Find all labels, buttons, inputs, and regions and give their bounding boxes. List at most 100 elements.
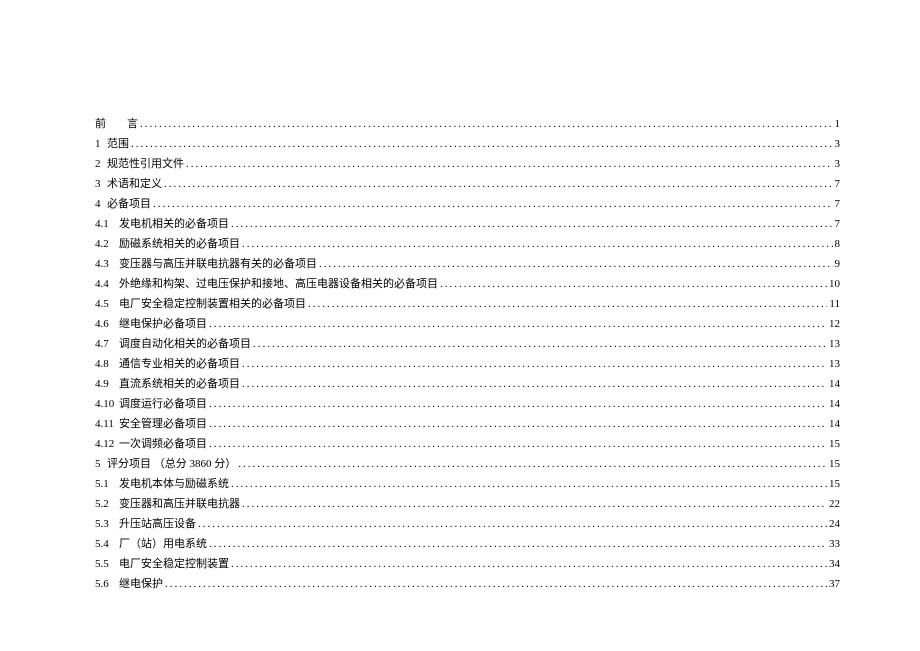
- toc-entry-page: 3: [833, 138, 841, 150]
- toc-entry-label: 升压站高压设备: [119, 515, 198, 531]
- toc-leader-dots: [308, 298, 827, 310]
- toc-entry-page: 14: [827, 418, 840, 430]
- toc-entry: 4.9直流系统相关的必备项目14: [95, 375, 840, 391]
- toc-entry-label: 电厂安全稳定控制装置相关的必备项目: [119, 295, 308, 311]
- toc-leader-dots: [209, 398, 827, 410]
- toc-entry-page: 12: [827, 318, 840, 330]
- toc-entry-number: 5: [95, 458, 107, 470]
- toc-entry-number: 2: [95, 158, 107, 170]
- toc-entry-number: 4.3: [95, 258, 119, 270]
- toc-entry: 3术语和定义 7: [95, 175, 840, 191]
- toc-entry-number: 3: [95, 178, 107, 190]
- toc-entry-label: 必备项目: [107, 195, 153, 211]
- toc-entry-number: 4.4: [95, 278, 119, 290]
- toc-entry-page: 15: [827, 458, 840, 470]
- toc-leader-dots: [253, 338, 827, 350]
- toc-entry-label: 厂（站）用电系统: [119, 535, 209, 551]
- toc-entry: 4.2励磁系统相关的必备项目8: [95, 235, 840, 251]
- toc-entry-label: 术语和定义: [107, 175, 164, 191]
- toc-entry-page: 15: [827, 478, 840, 490]
- toc-entry-number: 4.5: [95, 298, 119, 310]
- toc-entry-number: 4.10: [95, 398, 119, 410]
- toc-entry-label: 通信专业相关的必备项目: [119, 355, 242, 371]
- toc-entry: 4.1发电机相关的必备项目7: [95, 215, 840, 231]
- toc-entry: 4 必备项目7: [95, 195, 840, 211]
- toc-entry-number: 4.1: [95, 218, 119, 230]
- toc-entry-page: 13: [827, 338, 840, 350]
- toc-entry-number: 5.5: [95, 558, 119, 570]
- toc-leader-dots: [238, 458, 827, 470]
- toc-entry-label: 发电机相关的必备项目: [119, 215, 231, 231]
- toc-entry-label: 变压器和高压并联电抗器: [119, 495, 242, 511]
- toc-leader-dots: [231, 218, 833, 230]
- toc-entry-label: 发电机本体与励磁系统: [119, 475, 231, 491]
- toc-entry-number: 4.2: [95, 238, 119, 250]
- toc-entry-page: 9: [833, 258, 841, 270]
- toc-entry: 2规范性引用文件 3: [95, 155, 840, 171]
- toc-entry-number: 4.8: [95, 358, 119, 370]
- toc-entry: 5.2变压器和高压并联电抗器22: [95, 495, 840, 511]
- toc-leader-dots: [165, 578, 827, 590]
- toc-entry-page: 11: [827, 298, 840, 310]
- toc-leader-dots: [242, 358, 827, 370]
- toc-entry-label: 安全管理必备项目: [119, 415, 209, 431]
- toc-entry-page: 22: [827, 498, 840, 510]
- toc-entry-label: 继电保护: [119, 575, 165, 591]
- toc-leader-dots: [440, 278, 827, 290]
- toc-entry-label: 范围: [107, 135, 131, 151]
- table-of-contents: 前言11范围32规范性引用文件33术语和定义74 必备项目74.1发电机相关的必…: [95, 115, 840, 591]
- toc-entry-label: 调度自动化相关的必备项目: [119, 335, 253, 351]
- toc-entry: 4.11安全管理必备项目 14: [95, 415, 840, 431]
- toc-leader-dots: [209, 318, 827, 330]
- toc-leader-dots: [153, 198, 833, 210]
- toc-entry-page: 1: [833, 118, 841, 130]
- toc-entry-label: 电厂安全稳定控制装置: [119, 555, 231, 571]
- toc-entry-number: 5.6: [95, 578, 119, 590]
- toc-entry-number: 4.6: [95, 318, 119, 330]
- toc-entry-page: 33: [827, 538, 840, 550]
- toc-entry-number: 4.9: [95, 378, 119, 390]
- toc-entry-label: 规范性引用文件: [107, 155, 186, 171]
- toc-entry-label: 一次调频必备项目: [119, 435, 209, 451]
- toc-leader-dots: [231, 478, 827, 490]
- toc-entry-page: 7: [833, 178, 841, 190]
- toc-entry-number: 4.11: [95, 418, 119, 430]
- toc-leader-dots: [164, 178, 833, 190]
- toc-leader-dots: [140, 118, 833, 130]
- toc-entry: 5.4厂（站）用电系统33: [95, 535, 840, 551]
- toc-leader-dots: [131, 138, 833, 150]
- toc-leader-dots: [186, 158, 833, 170]
- toc-leader-dots: [209, 538, 827, 550]
- toc-entry-number: 1: [95, 138, 107, 150]
- toc-entry: 1范围 3: [95, 135, 840, 151]
- toc-entry: 4.5电厂安全稳定控制装置相关的必备项目 11: [95, 295, 840, 311]
- toc-entry-page: 15: [827, 438, 840, 450]
- toc-entry-label: 直流系统相关的必备项目: [119, 375, 242, 391]
- toc-entry-page: 10: [827, 278, 840, 290]
- toc-entry-label: 言: [127, 115, 140, 131]
- toc-entry: 5.3升压站高压设备 24: [95, 515, 840, 531]
- toc-entry: 4.3变压器与高压并联电抗器有关的必备项目 9: [95, 255, 840, 271]
- toc-entry: 4.8通信专业相关的必备项目 13: [95, 355, 840, 371]
- toc-entry: 5.5 电厂安全稳定控制装置34: [95, 555, 840, 571]
- toc-leader-dots: [209, 438, 827, 450]
- toc-leader-dots: [242, 238, 833, 250]
- toc-entry-number: 4: [95, 198, 107, 210]
- toc-entry-number: 5.3: [95, 518, 119, 530]
- toc-entry-label: 变压器与高压并联电抗器有关的必备项目: [119, 255, 319, 271]
- toc-entry: 4.6继电保护必备项目 12: [95, 315, 840, 331]
- toc-leader-dots: [242, 378, 827, 390]
- toc-entry: 4.10调度运行必备项目14: [95, 395, 840, 411]
- toc-entry-page: 8: [833, 238, 841, 250]
- toc-entry: 4.4外绝缘和构架、过电压保护和接地、高压电器设备相关的必备项目10: [95, 275, 840, 291]
- toc-entry: 5 评分项目 （总分 3860 分）15: [95, 455, 840, 471]
- toc-entry-number: 5.1: [95, 478, 119, 490]
- toc-entry-page: 3: [833, 158, 841, 170]
- toc-entry: 4.7调度自动化相关的必备项目 13: [95, 335, 840, 351]
- toc-entry-number: 4.12: [95, 438, 119, 450]
- toc-entry-page: 24: [827, 518, 840, 530]
- toc-entry-label: 继电保护必备项目: [119, 315, 209, 331]
- toc-entry-page: 13: [827, 358, 840, 370]
- toc-entry-number: 4.7: [95, 338, 119, 350]
- toc-entry: 5.6继电保护37: [95, 575, 840, 591]
